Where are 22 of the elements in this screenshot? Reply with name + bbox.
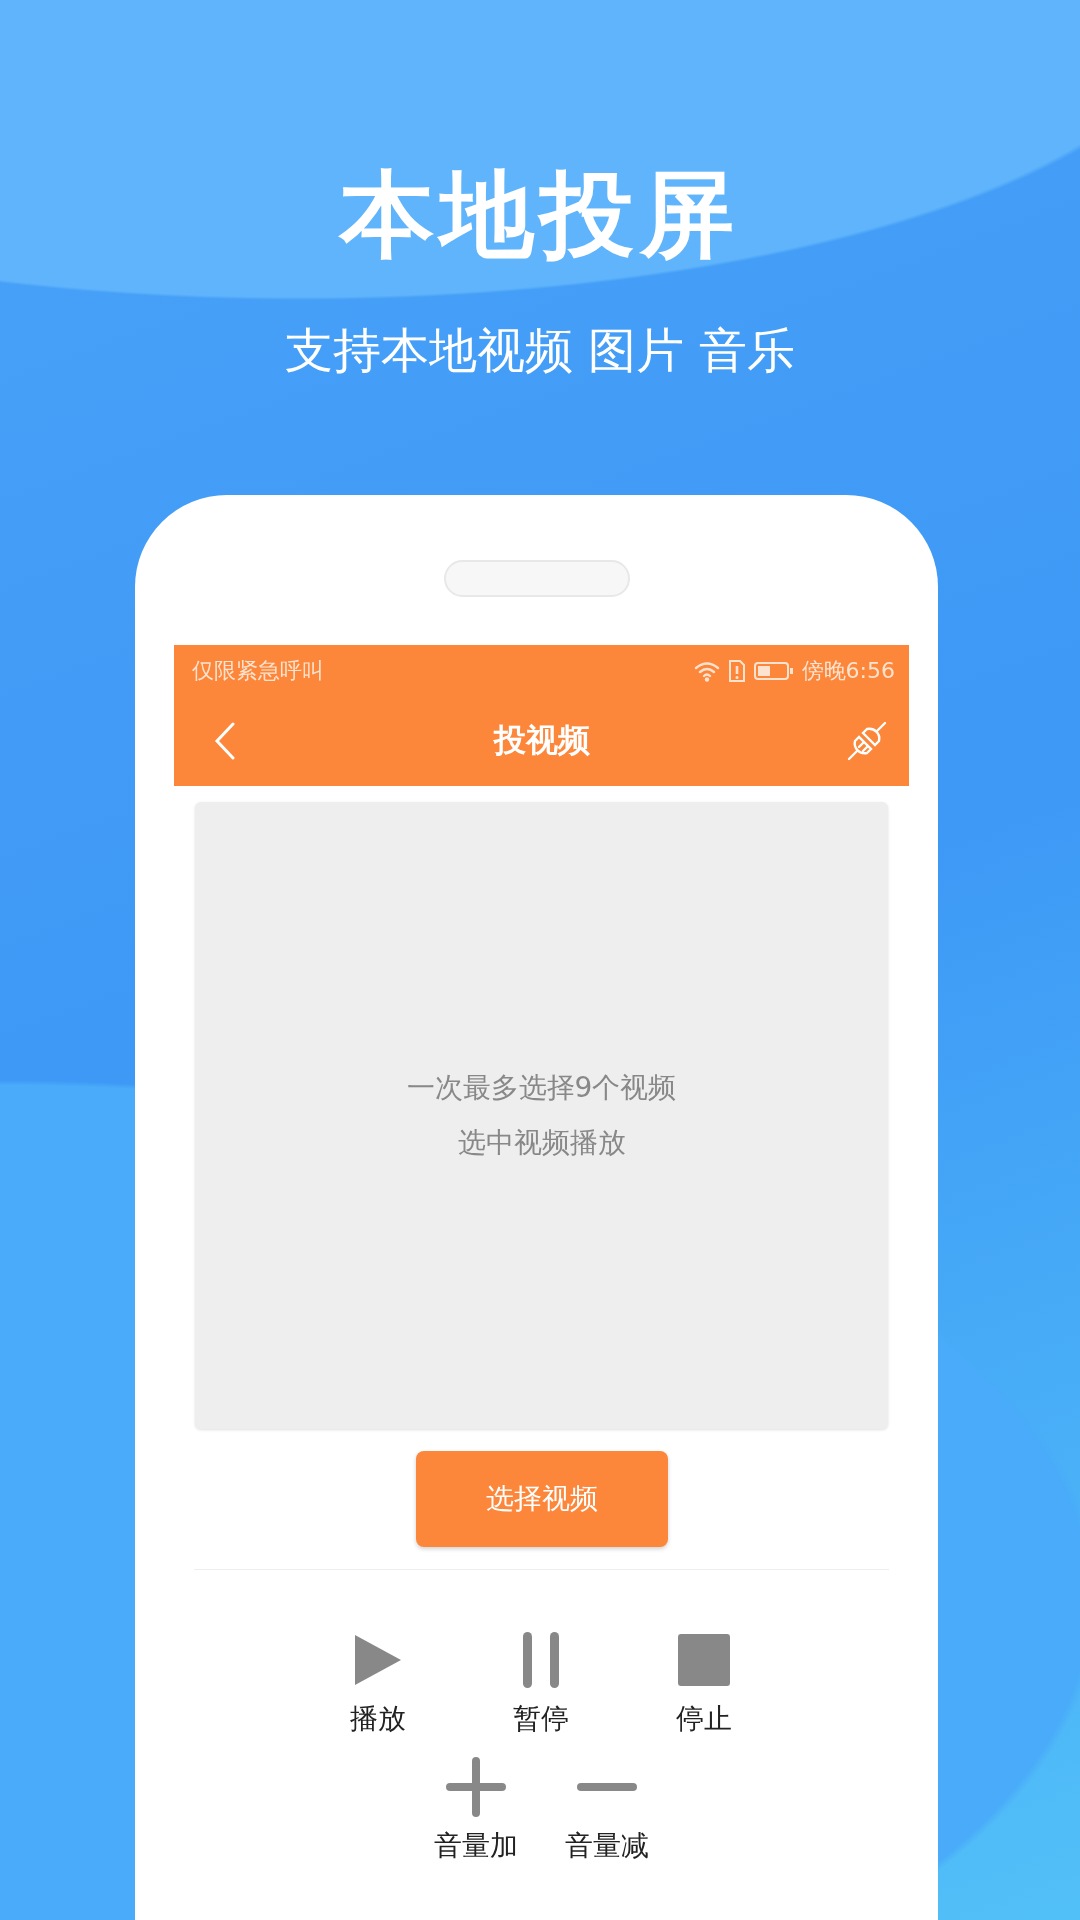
play-icon — [352, 1632, 403, 1687]
carrier-text: 仅限紧急呼叫 — [192, 656, 325, 685]
screen-title: 投视频 — [493, 720, 590, 762]
battery-icon — [753, 660, 794, 681]
minus-button[interactable]: 音量减 — [564, 1756, 649, 1862]
pause-button[interactable]: 暂停 — [512, 1629, 569, 1735]
clock-text: 傍晚6:56 — [801, 656, 895, 685]
hint-text: 选中视频播放 — [457, 1126, 626, 1160]
plug-icon[interactable] — [847, 721, 887, 762]
stop-button[interactable]: 停止 — [675, 1629, 732, 1735]
headline: 本地投屏 — [337, 168, 741, 262]
plus-icon — [445, 1756, 506, 1817]
subheadline: 支持本地视频 图片 音乐 — [283, 324, 797, 377]
wifi-icon — [693, 659, 720, 682]
plus-button[interactable]: 音量加 — [433, 1756, 518, 1862]
stop-icon — [676, 1632, 731, 1687]
minus-icon — [576, 1781, 637, 1792]
sim-alert-icon — [727, 658, 746, 683]
hint-text: 一次最多选择9个视频 — [406, 1070, 677, 1105]
back-icon[interactable] — [214, 722, 236, 761]
play-button[interactable]: 播放 — [349, 1629, 406, 1735]
pause-icon — [520, 1630, 561, 1689]
